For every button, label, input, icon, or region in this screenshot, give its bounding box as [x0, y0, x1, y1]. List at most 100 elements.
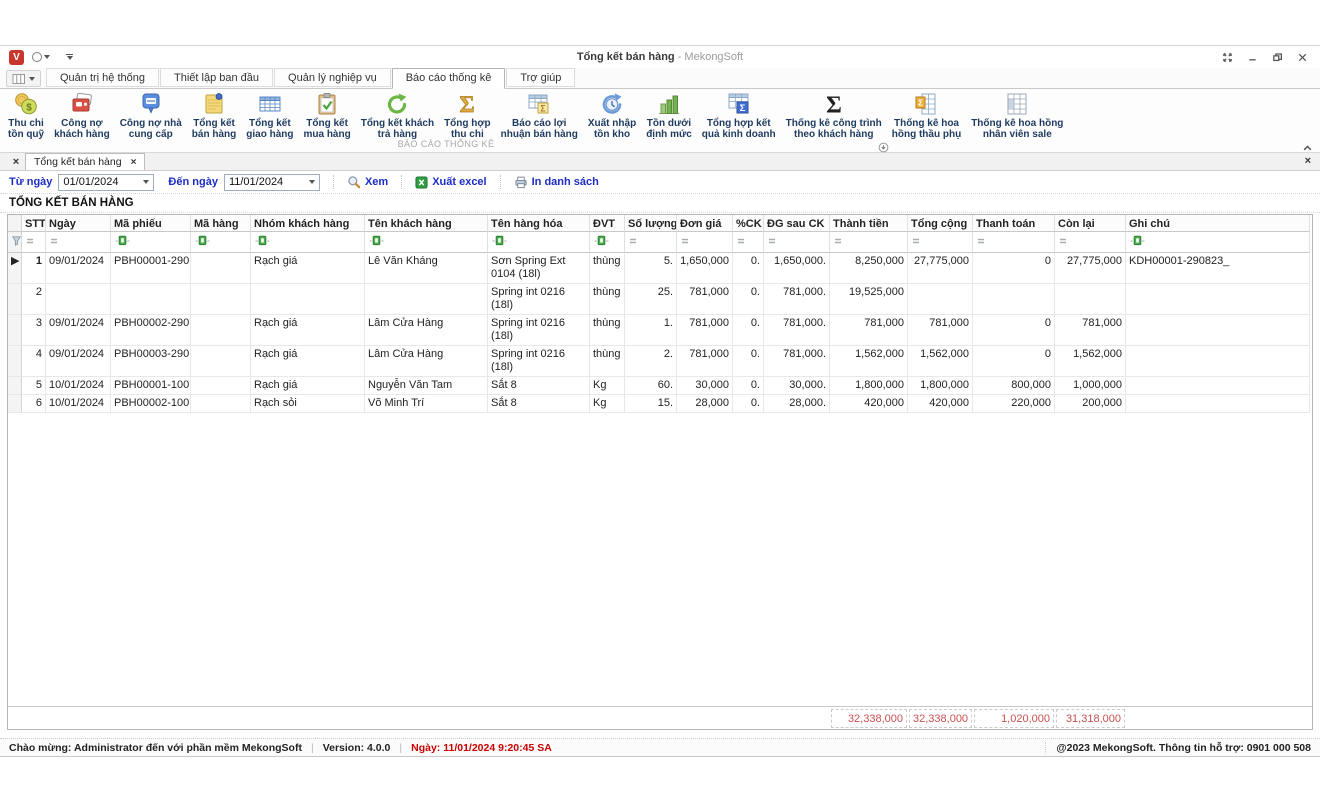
cell-dvt[interactable]: Kg [590, 395, 625, 413]
cell-thanhtoan[interactable]: 0 [973, 253, 1055, 284]
cell-tenkh[interactable]: Lê Văn Kháng [365, 253, 488, 284]
dialog-launcher-icon[interactable] [878, 140, 889, 151]
cell-conlai[interactable]: 1,562,000 [1055, 346, 1126, 377]
ribbon-item[interactable]: Công nợ nhà cung cấp [115, 91, 187, 140]
cell-dongia[interactable]: 28,000 [677, 395, 733, 413]
cell-dongia[interactable]: 781,000 [677, 284, 733, 315]
cell-mahang[interactable] [191, 315, 251, 346]
filter-cell-dongia[interactable] [677, 232, 733, 253]
cell-soluong[interactable]: 60. [625, 377, 677, 395]
cell-dongia[interactable]: 30,000 [677, 377, 733, 395]
cell-dvt[interactable]: thùng [590, 284, 625, 315]
cell-stt[interactable]: 2 [22, 284, 46, 315]
cell-dvt[interactable]: thùng [590, 346, 625, 377]
column-header-tenhh[interactable]: Tên hàng hóa [488, 215, 590, 232]
cell-soluong[interactable]: 5. [625, 253, 677, 284]
cell-conlai[interactable]: 27,775,000 [1055, 253, 1126, 284]
ribbon-tab[interactable]: Quản trị hệ thống [46, 68, 159, 87]
filter-cell-ind[interactable] [8, 232, 22, 253]
cell-soluong[interactable]: 1. [625, 315, 677, 346]
cell-mahang[interactable] [191, 284, 251, 315]
close-document-button[interactable]: × [1305, 155, 1311, 167]
cell-maphieu[interactable]: PBH00003-290... [111, 346, 191, 377]
filter-cell-ngay[interactable] [46, 232, 111, 253]
cell-maphieu[interactable]: PBH00001-100... [111, 377, 191, 395]
from-date-dropdown[interactable] [139, 175, 153, 190]
cell-stt[interactable]: 1 [22, 253, 46, 284]
ribbon-item[interactable]: ΣThống kê hoa hồng thầu phụ [887, 91, 966, 140]
filter-cell-tenkh[interactable] [365, 232, 488, 253]
cell-stt[interactable]: 5 [22, 377, 46, 395]
cell-maphieu[interactable]: PBH00001-290... [111, 253, 191, 284]
cell-dgsauck[interactable]: 28,000. [764, 395, 830, 413]
column-header-conlai[interactable]: Còn lại [1055, 215, 1126, 232]
ribbon-item[interactable]: $Thu chi tồn quỹ [3, 91, 49, 140]
table-row[interactable]: 510/01/2024PBH00001-100...Rạch giáNguyễn… [8, 377, 1310, 395]
table-row[interactable]: 2Spring int 0216 (18l)thùng25.781,0000.7… [8, 284, 1310, 315]
ribbon-item[interactable]: Xuất nhập tồn kho [583, 91, 641, 140]
cell-ck[interactable]: 0. [733, 395, 764, 413]
column-header-ind[interactable] [8, 215, 22, 232]
ribbon-app-button[interactable] [6, 70, 41, 87]
filter-cell-mahang[interactable] [191, 232, 251, 253]
cell-dongia[interactable]: 1,650,000 [677, 253, 733, 284]
ribbon-item[interactable]: Tổng kết giao hàng [241, 91, 298, 140]
cell-conlai[interactable]: 781,000 [1055, 315, 1126, 346]
table-row[interactable]: 309/01/2024PBH00002-290...Rạch giáLâm Cử… [8, 315, 1310, 346]
cell-mahang[interactable] [191, 346, 251, 377]
ribbon-tab[interactable]: Trợ giúp [506, 68, 575, 87]
cell-ck[interactable]: 0. [733, 253, 764, 284]
cell-tongcong[interactable]: 1,800,000 [908, 377, 973, 395]
ribbon-item[interactable]: Tổng kết mua hàng [298, 91, 355, 140]
table-row[interactable]: 610/01/2024PBH00002-100...Rạch sỏiVõ Min… [8, 395, 1310, 413]
cell-ghichu[interactable] [1126, 377, 1310, 395]
cell-stt[interactable]: 3 [22, 315, 46, 346]
column-header-mahang[interactable]: Mã hàng [191, 215, 251, 232]
column-header-dongia[interactable]: Đơn giá [677, 215, 733, 232]
view-button[interactable]: Xem [347, 175, 388, 189]
ribbon-tab[interactable]: Quản lý nghiệp vụ [274, 68, 391, 87]
filter-cell-soluong[interactable] [625, 232, 677, 253]
close-button[interactable] [1291, 49, 1313, 65]
cell-tenhh[interactable]: Spring int 0216 (18l) [488, 346, 590, 377]
close-all-tabs-button[interactable]: × [7, 155, 25, 170]
cell-ngay[interactable]: 09/01/2024 [46, 315, 111, 346]
cell-soluong[interactable]: 2. [625, 346, 677, 377]
filter-cell-ck[interactable] [733, 232, 764, 253]
cell-nhomkh[interactable]: Rạch sỏi [251, 395, 365, 413]
cell-soluong[interactable]: 15. [625, 395, 677, 413]
cell-thanhtien[interactable]: 781,000 [830, 315, 908, 346]
cell-tongcong[interactable]: 27,775,000 [908, 253, 973, 284]
cell-thanhtoan[interactable]: 220,000 [973, 395, 1055, 413]
filter-cell-dgsauck[interactable] [764, 232, 830, 253]
column-header-soluong[interactable]: Số lượng [625, 215, 677, 232]
restore-button[interactable] [1266, 49, 1288, 65]
to-date-dropdown[interactable] [305, 175, 319, 190]
cell-conlai[interactable]: 200,000 [1055, 395, 1126, 413]
cell-ghichu[interactable] [1126, 346, 1310, 377]
cell-stt[interactable]: 4 [22, 346, 46, 377]
cell-nhomkh[interactable]: Rạch giá [251, 377, 365, 395]
cell-nhomkh[interactable] [251, 284, 365, 315]
document-tab[interactable]: Tổng kết bán hàng × [25, 153, 145, 170]
ribbon-item[interactable]: ΣBáo cáo lợi nhuận bán hàng [496, 91, 583, 140]
ribbon-item[interactable]: Công nợ khách hàng [49, 91, 115, 140]
cell-tenkh[interactable] [365, 284, 488, 315]
cell-tongcong[interactable]: 420,000 [908, 395, 973, 413]
cell-tenhh[interactable]: Sắt 8 [488, 377, 590, 395]
cell-tongcong[interactable]: 781,000 [908, 315, 973, 346]
cell-thanhtien[interactable]: 19,525,000 [830, 284, 908, 315]
column-header-ghichu[interactable]: Ghi chú [1126, 215, 1310, 232]
column-header-thanhtien[interactable]: Thành tiền [830, 215, 908, 232]
export-excel-button[interactable]: Xuất excel [415, 176, 486, 189]
cell-thanhtoan[interactable] [973, 284, 1055, 315]
filter-cell-maphieu[interactable] [111, 232, 191, 253]
filter-cell-tenhh[interactable] [488, 232, 590, 253]
cell-stt[interactable]: 6 [22, 395, 46, 413]
cell-thanhtien[interactable]: 1,800,000 [830, 377, 908, 395]
filter-cell-nhomkh[interactable] [251, 232, 365, 253]
cell-ck[interactable]: 0. [733, 346, 764, 377]
filter-cell-stt[interactable] [22, 232, 46, 253]
column-header-thanhtoan[interactable]: Thanh toán [973, 215, 1055, 232]
cell-thanhtoan[interactable]: 0 [973, 346, 1055, 377]
